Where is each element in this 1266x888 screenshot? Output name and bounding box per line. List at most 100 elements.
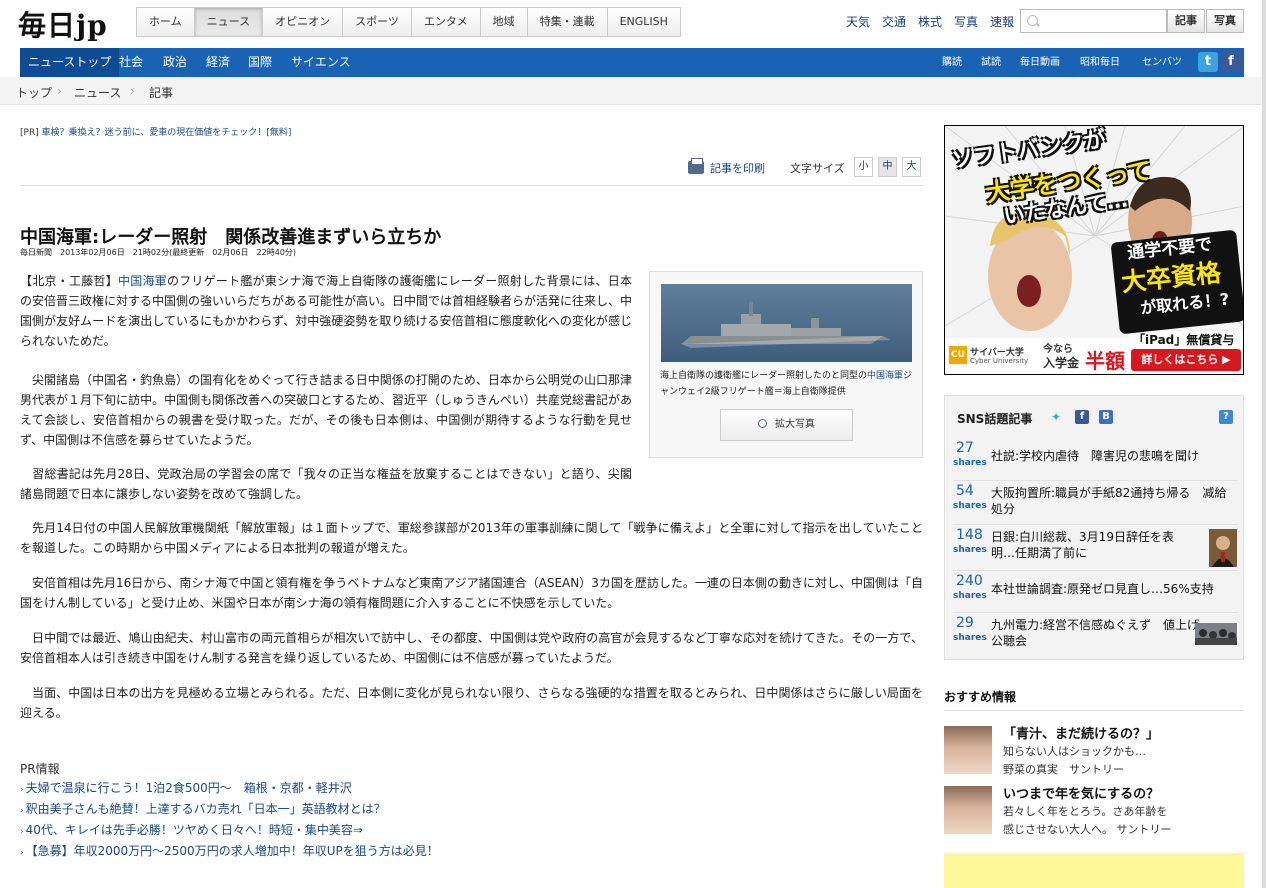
article-paragraph-7: 当面、中国は日本の出方を見極める立場とみられる。ただ、日本側に変化が見られない限… [20,686,923,720]
search-articles-button[interactable]: 記事 [1167,9,1205,33]
utility-link-stocks[interactable]: 株式 [918,13,942,30]
enlarge-photo-button[interactable]: 拡大写真 [720,409,853,441]
recommended-subtitle: 感じさせない大人へ。 サントリー [1003,823,1172,836]
pr-info-text: 40代、キレイは先手必勝！ツヤめく日々へ！時短・集中美容⇒ [25,823,363,837]
sns-topic-item[interactable]: 27 shares 社説:学校内虐待 障害児の悲鳴を聞け [953,438,1237,478]
font-size-large-button[interactable]: 大 [902,157,921,177]
subnav-item-society[interactable]: 社会 [119,48,143,77]
global-nav: ホーム ニュース オピニオン スポーツ エンタメ 地域 特集・連載 ENGLIS… [136,7,681,37]
pr-info-item[interactable]: › 40代、キレイは先手必勝！ツヤめく日々へ！時短・集中美容⇒ [20,821,363,838]
utility-links: 天気 交通 株式 写真 速報 [846,13,1026,30]
subnav-item-international[interactable]: 国際 [248,48,272,77]
cyber-university-ad[interactable]: ソフトバンクが 大学をつくって いたなんて… 通学不要で 大卒資格 が取れる！?… [944,125,1244,375]
recommended-thumbnail[interactable] [944,786,992,834]
global-nav-tab-region[interactable]: 地域 [481,8,528,36]
sns-panel-title: SNS話題記事 [957,412,1033,426]
subnav-trial-link[interactable]: 試読 [981,48,1001,77]
arrow-icon: › [20,785,24,795]
shares-label: shares [953,591,987,601]
subnav-item-science[interactable]: サイエンス [291,48,351,77]
sns-topic-title: 日銀:白川総裁、3月19日辞任を表明…任期満了前に [991,530,1174,560]
sns-topic-item[interactable]: 54 shares 大阪拘置所:職員が手紙82通持ち帰る 减給処分 [953,480,1237,522]
pr-info-text: 【急募】年収2000万円〜2500万円の求人増加中！年収UPを狙う方は必見！ [25,844,439,858]
global-nav-tab-english[interactable]: ENGLISH [608,8,680,36]
article-paragraph-2: 尖閣諸島（中国名・釣魚島）の国有化をめぐって行き詰まる日中関係の打開のため、日本… [20,373,632,447]
subnav-video-link[interactable]: 毎日動画 [1020,48,1060,77]
pr-info-item[interactable]: › 釈由美子さんも絶賛！上達するバカ売れ「日本一」英語教材とは？ [20,800,386,817]
pr-info-item[interactable]: › 【急募】年収2000万円〜2500万円の求人増加中！年収UPを狙う方は必見！ [20,842,439,859]
subnav-item-politics[interactable]: 政治 [163,48,187,77]
global-nav-tab-features[interactable]: 特集・連載 [528,8,608,36]
ad-banner-partial[interactable] [944,853,1244,888]
breadcrumb-news[interactable]: ニュース [74,84,121,101]
arrow-icon: › [20,848,24,858]
subnav-item-news-top[interactable]: ニューストップ [20,48,120,77]
breadcrumb-separator-icon: › [57,84,62,98]
facebook-icon[interactable]: f [1221,52,1241,72]
facebook-icon[interactable]: f [1075,410,1089,424]
pr-info-item[interactable]: › 夫婦で温泉に行こう！1泊2食500円〜 箱根・京都・軽井沢 [20,779,352,796]
hatena-bookmark-icon[interactable]: B [1099,410,1113,424]
shares-label: shares [953,458,987,468]
sns-topic-item[interactable]: 148 shares 日銀:白川総裁、3月19日辞任を表明…任期満了前に [953,524,1237,568]
ad-brand-en: Cyber University [970,357,1029,365]
recommended-thumbnail[interactable] [944,726,992,774]
global-nav-tab-entertainment[interactable]: エンタメ [412,8,481,36]
sns-topic-title: 九州電力:経営不信感ぬぐえず 値上げ公聴会 [991,618,1200,648]
search-input[interactable] [1043,12,1163,30]
byline: 【北京・工藤哲】 [20,274,118,288]
cyber-university-logo: CU [949,346,967,364]
article-paragraph-6: 日中間では最近、鳩山由紀夫、村山富市の両元首相らが相次いで訪中し、その都度、中国… [20,631,923,665]
utility-link-traffic[interactable]: 交通 [882,13,906,30]
sns-topic-item[interactable]: 29 shares 九州電力:経営不信感ぬぐえず 値上げ公聴会 [953,612,1237,656]
share-count: 54 [956,483,974,499]
thumbnail-image[interactable] [1195,623,1237,645]
ad-ipad-offer: 「iPad」無償貸与 [1133,333,1235,347]
thumbnail-image[interactable] [1209,529,1237,567]
page-scrollbar[interactable] [1262,0,1266,888]
site-header: 毎日jp ホーム ニュース オピニオン スポーツ エンタメ 地域 特集・連載 E… [0,0,1266,48]
utility-link-weather[interactable]: 天気 [846,13,870,30]
magnifier-icon [758,419,767,428]
twitter-icon[interactable]: t [1198,52,1218,72]
photo-caption-text: 海上自衛隊の護衛艦にレーダー照射したのと同型の [660,371,868,381]
twitter-icon[interactable]: ✦ [1049,410,1063,424]
subnav-showa-link[interactable]: 昭和毎日 [1080,48,1120,77]
photo-caption-link[interactable]: 中国海軍 [867,371,903,381]
global-nav-tab-sports[interactable]: スポーツ [343,8,412,36]
breadcrumb: トップ › ニュース › 記事 [0,77,1266,105]
font-size-medium-button[interactable]: 中 [878,157,897,177]
photo-caption: 海上自衛隊の護衛艦にレーダー照射したのと同型の中国海軍ジャンウェイ2級フリゲート… [660,368,916,400]
recommended-title[interactable]: 「青汁、まだ続けるの？」 [1003,723,1159,742]
recommended-title[interactable]: いつまで年を気にするの？ [1003,783,1159,802]
sns-topic-item[interactable]: 240 shares 本社世論調査:原発ゼロ見直し…56%支持 [953,570,1237,610]
divider [944,710,1244,711]
news-subnav: ニューストップ 社会 政治 経済 国際 サイエンス 購読 試読 毎日動画 昭和毎… [20,48,1244,77]
sns-topic-title: 本社世論調査:原発ゼロ見直し…56%支持 [991,582,1214,596]
breadcrumb-separator-icon: › [130,84,135,98]
utility-link-photos[interactable]: 写真 [954,13,978,30]
subnav-subscribe-link[interactable]: 購読 [942,48,962,77]
utility-link-breaking[interactable]: 速報 [990,13,1014,30]
breadcrumb-top[interactable]: トップ [16,84,52,101]
ad-details-button[interactable]: 詳しくはこちら ▶ [1131,349,1241,371]
china-navy-link[interactable]: 中国海軍 [118,274,167,288]
subnav-item-economy[interactable]: 経済 [206,48,230,77]
help-icon[interactable]: ? [1219,410,1233,424]
shares-label: shares [953,501,987,511]
pr-top-link[interactable]: 車検？乗換え？迷う前に、愛車の現在価値をチェック！[無料] [42,128,292,138]
global-nav-tab-news[interactable]: ニュース [194,8,264,36]
print-label: 記事を印刷 [710,162,765,175]
ad-promo-1: 今なら [1043,344,1073,355]
site-logo[interactable]: 毎日jp [18,4,108,44]
global-nav-tab-home[interactable]: ホーム [137,8,195,36]
article-paragraph-1: 【北京・工藤哲】中国海軍のフリゲート艦が東シナ海で海上自衛隊の護衛艦にレーダー照… [20,271,632,351]
frigate-photo[interactable] [661,284,912,362]
search-photos-button[interactable]: 写真 [1206,9,1244,33]
article-photo-box: 海上自衛隊の護衛艦にレーダー照射したのと同型の中国海軍ジャンウェイ2級フリゲート… [649,271,923,458]
font-size-small-button[interactable]: 小 [854,157,873,177]
article-paragraph-3: 習総書記は先月28日、党政治局の学習会の席で「我々の正当な権益を放棄することはで… [20,467,632,501]
global-nav-tab-opinion[interactable]: オピニオン [263,8,344,36]
subnav-senbatsu-link[interactable]: センバツ [1142,48,1182,77]
article-dateline: 毎日新聞 2013年02月06日 21時02分(最終更新 02月06日 22時4… [20,248,297,257]
